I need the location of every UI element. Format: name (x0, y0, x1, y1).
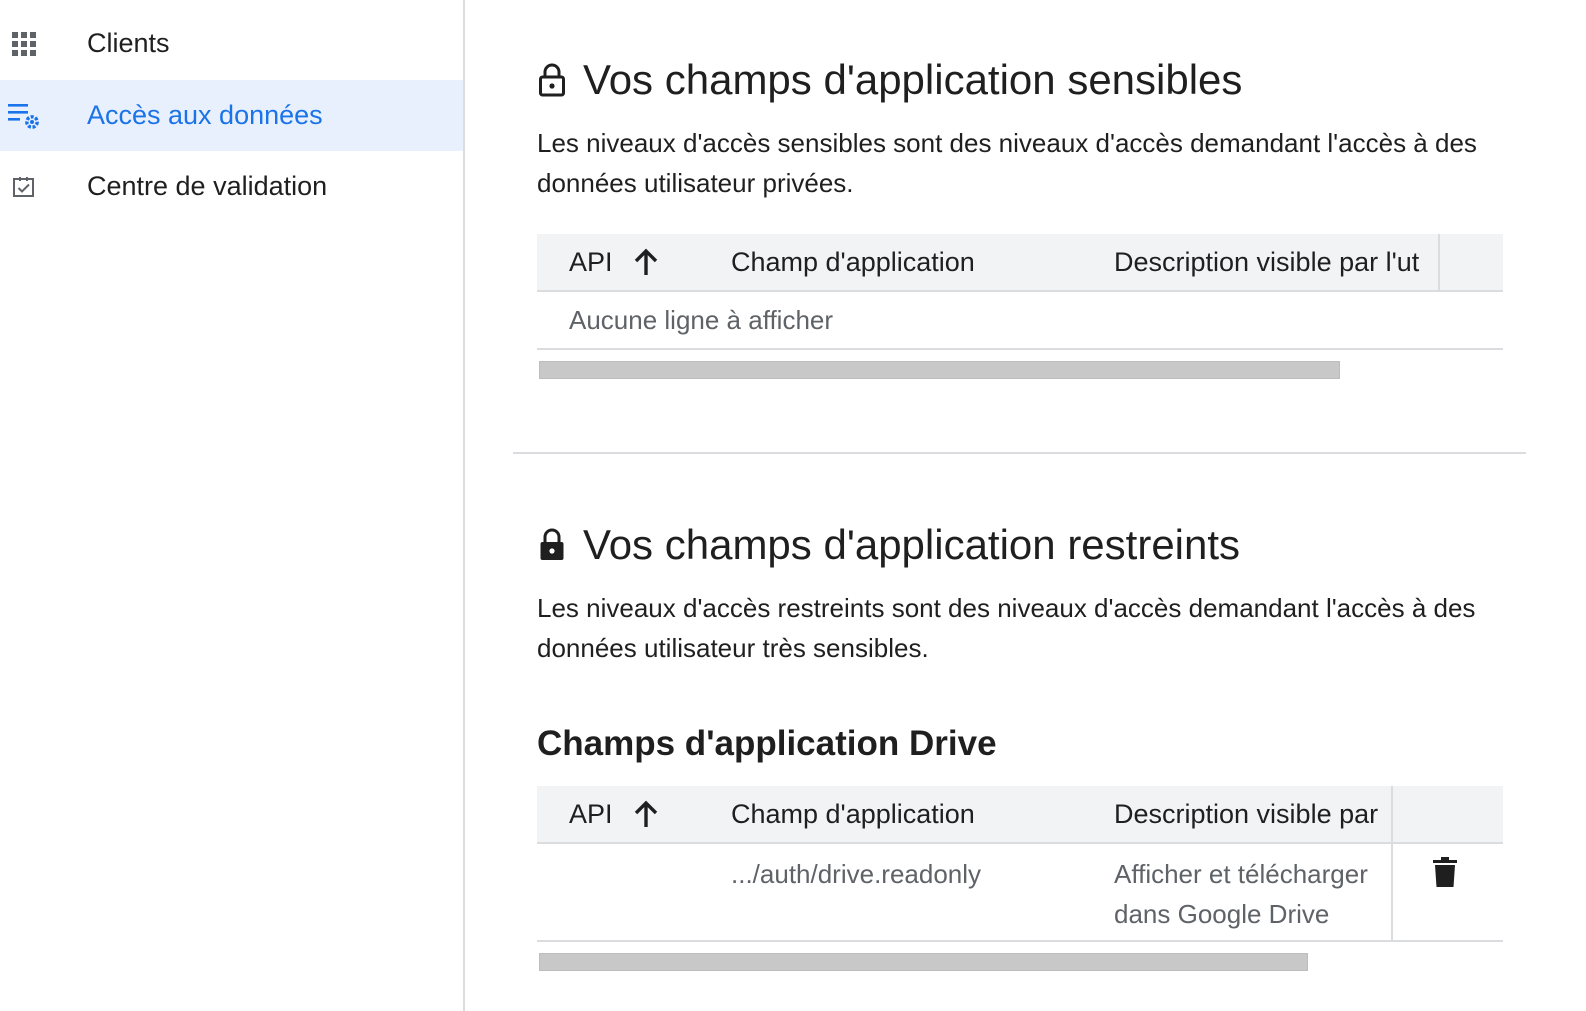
drive-scopes-table: API Champ d'application Description visi… (537, 786, 1503, 942)
sidebar-item-label: Clients (87, 28, 170, 58)
sidebar-item-label: Accès aux données (87, 100, 323, 130)
sidebar-item-data-access[interactable]: Accès aux données (0, 80, 463, 151)
restricted-scopes-description: Les niveaux d'accès restreints sont des … (537, 593, 1476, 663)
column-header-api[interactable]: API (569, 234, 659, 290)
column-header-scope[interactable]: Champ d'application (731, 786, 975, 842)
table-row: .../auth/drive.readonly Afficher et télé… (537, 844, 1503, 940)
section-title-text: Vos champs d'application restreints (583, 521, 1241, 568)
sidebar-item-label: Centre de validation (87, 171, 328, 201)
horizontal-scrollbar[interactable] (539, 953, 1308, 971)
arrow-up-icon (633, 800, 659, 828)
empty-table-message: Aucune ligne à afficher (569, 304, 834, 335)
section-title-text: Vos champs d'application sensibles (583, 56, 1243, 103)
sensitive-scopes-title: Vos champs d'application sensibles (537, 56, 1242, 104)
column-divider (1391, 844, 1393, 940)
section-divider (513, 452, 1526, 454)
sensitive-scopes-description: Les niveaux d'accès sensibles sont des n… (537, 128, 1477, 198)
sidebar-item-clients[interactable]: Clients (0, 8, 463, 79)
column-divider (1438, 234, 1440, 292)
apps-grid-icon (8, 28, 40, 60)
table-header: API Champ d'application Description visi… (537, 786, 1503, 844)
checkbox-icon (8, 171, 40, 203)
table-header: API Champ d'application Description visi… (537, 234, 1503, 292)
arrow-up-icon (633, 248, 659, 276)
sidebar-item-validation-center[interactable]: Centre de validation (0, 151, 463, 222)
sidebar: Clients Accès aux données Centre de vali… (0, 0, 465, 1011)
sensitive-scopes-table: API Champ d'application Description visi… (537, 234, 1503, 350)
column-header-description[interactable]: Description visible par (1114, 786, 1391, 842)
drive-scopes-title: Champs d'application Drive (537, 724, 997, 763)
cell-description: Afficher et télécharger dans Google Driv… (1114, 859, 1368, 929)
column-header-scope[interactable]: Champ d'application (731, 234, 975, 290)
cell-scope: .../auth/drive.readonly (731, 859, 982, 889)
lock-open-outline-icon (537, 63, 571, 97)
column-divider (1391, 786, 1393, 844)
restricted-scopes-title: Vos champs d'application restreints (537, 521, 1240, 569)
main-content: Vos champs d'application sensibles Les n… (465, 0, 1586, 1011)
app-root: Clients Accès aux données Centre de vali… (0, 0, 1586, 1011)
horizontal-scrollbar[interactable] (539, 361, 1340, 379)
lock-icon (537, 528, 571, 562)
delete-icon[interactable] (1432, 856, 1460, 888)
data-access-settings-icon (8, 100, 40, 132)
column-header-api[interactable]: API (569, 786, 659, 842)
column-header-description[interactable]: Description visible par l'ut (1114, 234, 1438, 290)
